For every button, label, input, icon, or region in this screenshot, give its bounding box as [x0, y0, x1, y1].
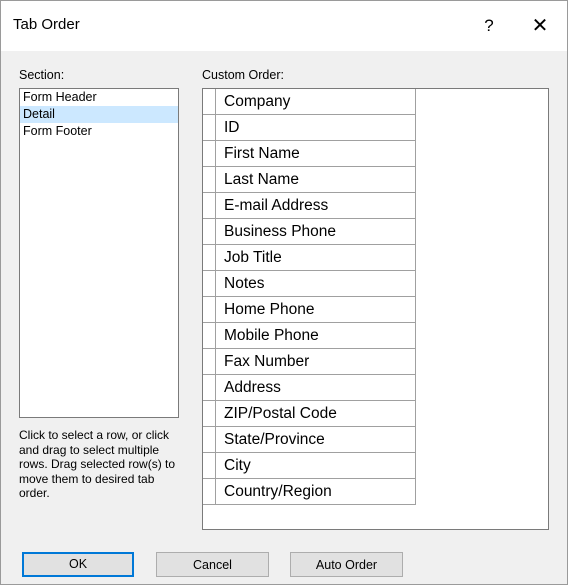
- order-row[interactable]: ID: [203, 115, 548, 141]
- order-row-label: Last Name: [216, 167, 416, 193]
- order-row-label: City: [216, 453, 416, 479]
- order-row-label: Fax Number: [216, 349, 416, 375]
- order-row[interactable]: City: [203, 453, 548, 479]
- section-item[interactable]: Form Footer: [20, 123, 178, 140]
- order-row-label: Job Title: [216, 245, 416, 271]
- row-selector[interactable]: [203, 141, 216, 167]
- row-selector[interactable]: [203, 375, 216, 401]
- section-item[interactable]: Detail: [20, 106, 178, 123]
- order-row-label: Mobile Phone: [216, 323, 416, 349]
- order-row[interactable]: Fax Number: [203, 349, 548, 375]
- row-selector[interactable]: [203, 219, 216, 245]
- order-row-label: First Name: [216, 141, 416, 167]
- section-item[interactable]: Form Header: [20, 89, 178, 106]
- order-row-label: Home Phone: [216, 297, 416, 323]
- row-selector[interactable]: [203, 297, 216, 323]
- order-row[interactable]: Address: [203, 375, 548, 401]
- order-row[interactable]: First Name: [203, 141, 548, 167]
- row-selector[interactable]: [203, 245, 216, 271]
- order-row[interactable]: Mobile Phone: [203, 323, 548, 349]
- row-selector[interactable]: [203, 323, 216, 349]
- order-row[interactable]: Company: [203, 89, 548, 115]
- order-row[interactable]: Notes: [203, 271, 548, 297]
- order-row[interactable]: Job Title: [203, 245, 548, 271]
- order-row[interactable]: E-mail Address: [203, 193, 548, 219]
- tab-order-dialog: Tab Order ? ✕ Section: Form Header Detail…: [0, 0, 568, 585]
- row-selector[interactable]: [203, 89, 216, 115]
- order-row[interactable]: ZIP/Postal Code: [203, 401, 548, 427]
- row-selector[interactable]: [203, 349, 216, 375]
- row-selector[interactable]: [203, 115, 216, 141]
- row-selector[interactable]: [203, 193, 216, 219]
- custom-order-grid[interactable]: Company ID First Name Last Name E-mail Addre…: [202, 88, 549, 530]
- order-row-label: ID: [216, 115, 416, 141]
- order-row-label: Business Phone: [216, 219, 416, 245]
- order-row[interactable]: Home Phone: [203, 297, 548, 323]
- order-row-label: Notes: [216, 271, 416, 297]
- section-list[interactable]: Form Header Detail Form Footer: [19, 88, 179, 418]
- close-button[interactable]: ✕: [521, 9, 559, 43]
- ok-button[interactable]: OK: [22, 552, 134, 577]
- section-label: Section:: [19, 68, 65, 82]
- auto-order-button[interactable]: Auto Order: [290, 552, 403, 577]
- order-row-label: Address: [216, 375, 416, 401]
- help-text: Click to select a row, or click and drag…: [19, 428, 176, 500]
- row-selector[interactable]: [203, 427, 216, 453]
- row-selector[interactable]: [203, 453, 216, 479]
- order-row-label: Country/Region: [216, 479, 416, 505]
- order-row[interactable]: Country/Region: [203, 479, 548, 505]
- cancel-button[interactable]: Cancel: [156, 552, 269, 577]
- title-bar: Tab Order ? ✕: [1, 1, 567, 51]
- row-selector[interactable]: [203, 271, 216, 297]
- row-selector[interactable]: [203, 401, 216, 427]
- order-row-label: Company: [216, 89, 416, 115]
- row-selector[interactable]: [203, 167, 216, 193]
- order-row-label: State/Province: [216, 427, 416, 453]
- order-row[interactable]: Last Name: [203, 167, 548, 193]
- help-button[interactable]: ?: [471, 9, 507, 43]
- order-row-label: E-mail Address: [216, 193, 416, 219]
- order-row[interactable]: Business Phone: [203, 219, 548, 245]
- custom-order-label: Custom Order:: [202, 68, 284, 82]
- row-selector[interactable]: [203, 479, 216, 505]
- order-row[interactable]: State/Province: [203, 427, 548, 453]
- dialog-title: Tab Order: [13, 16, 80, 33]
- order-row-label: ZIP/Postal Code: [216, 401, 416, 427]
